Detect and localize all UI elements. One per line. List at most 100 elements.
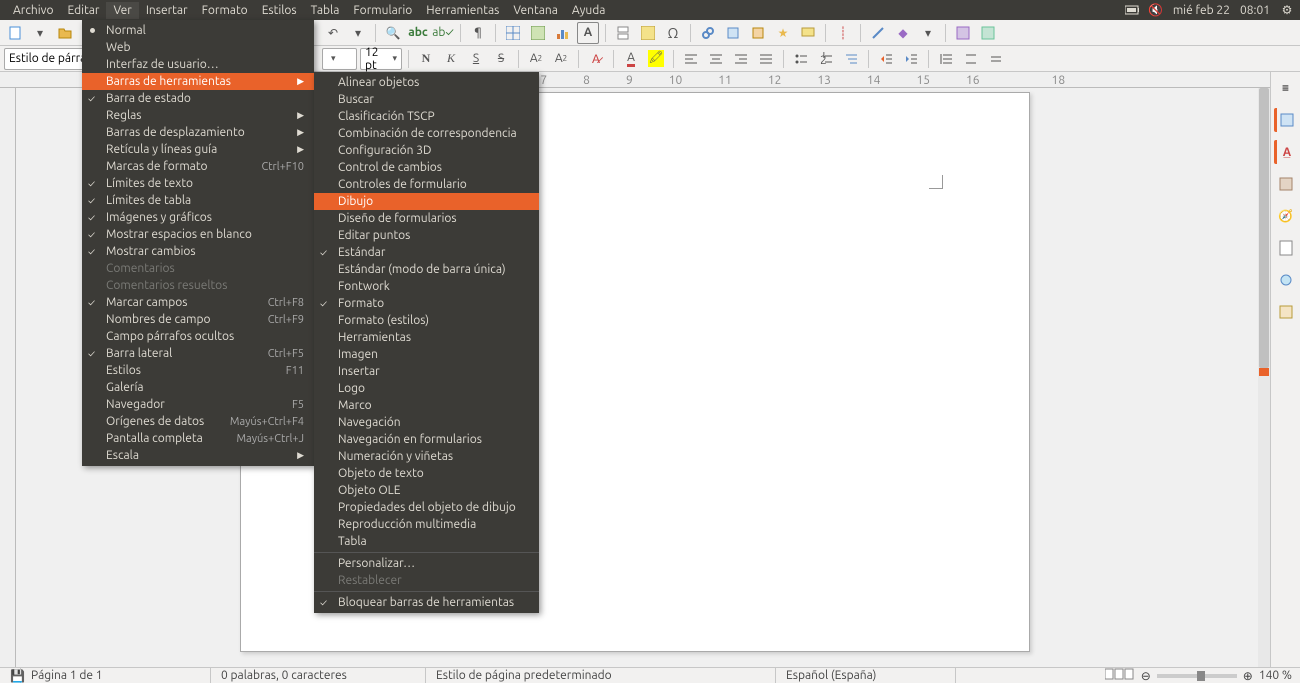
menu-item-imagen[interactable]: Imagen [314,346,539,363]
dropdown-arrow[interactable]: ▾ [347,22,369,44]
subscript-icon[interactable]: A2 [550,48,572,70]
menu-item-logo[interactable]: Logo [314,380,539,397]
menu-item-objeto-de-texto[interactable]: Objeto de texto [314,465,539,482]
menu-item-l-mites-de-tabla[interactable]: ✓Límites de tabla [82,192,314,209]
menu-ayuda[interactable]: Ayuda [565,2,613,19]
bullet-list-icon[interactable] [790,48,812,70]
increase-space-icon[interactable] [960,48,982,70]
track-changes-icon[interactable]: ┊ [832,22,854,44]
align-center-icon[interactable] [705,48,727,70]
zoom-value[interactable]: 140 % [1259,669,1292,682]
sidebar-menu-icon[interactable]: ≡ [1274,76,1298,100]
menu-item-editar-puntos[interactable]: Editar puntos [314,227,539,244]
menu-item-im-genes-y-gr-ficos[interactable]: ✓Imágenes y gráficos [82,209,314,226]
decrease-space-icon[interactable] [985,48,1007,70]
menu-item-numeraci-n-y-vi-etas[interactable]: Numeración y viñetas [314,448,539,465]
menu-item-marcas-de-formato[interactable]: Marcas de formatoCtrl+F10 [82,158,314,175]
line-icon[interactable] [867,22,889,44]
menu-item-reproducci-n-multimedia[interactable]: Reproducción multimedia [314,516,539,533]
chart-icon[interactable] [552,22,574,44]
menu-ventana[interactable]: Ventana [506,2,565,19]
menu-item-marco[interactable]: Marco [314,397,539,414]
style-inspector-icon[interactable] [1274,268,1298,292]
word-count-status[interactable]: 0 palabras, 0 caracteres [211,668,426,683]
comment-icon[interactable] [797,22,819,44]
menu-item-ret-cula-y-l-neas-gu-a[interactable]: Retícula y líneas guía▶ [82,141,314,158]
menu-item-galer-a[interactable]: Galería [82,379,314,396]
navigator-panel-icon[interactable]: 🧭 [1274,204,1298,228]
increase-indent-icon[interactable] [875,48,897,70]
page-break-icon[interactable] [612,22,634,44]
special-char-icon[interactable]: Ω [662,22,684,44]
menu-item-herramientas[interactable]: Herramientas [314,329,539,346]
properties-panel-icon[interactable] [1274,108,1298,132]
draw-functions-icon[interactable] [952,22,974,44]
undo-icon[interactable]: ↶ [322,22,344,44]
page-panel-icon[interactable] [1274,236,1298,260]
menu-item-mostrar-espacios-en-blanco[interactable]: ✓Mostrar espacios en blanco [82,226,314,243]
menu-item-reglas[interactable]: Reglas▶ [82,107,314,124]
view-layout-icon[interactable] [1105,668,1135,683]
zoom-in-icon[interactable]: ⊕ [1243,669,1253,683]
menu-item-controles-de-formulario[interactable]: Controles de formulario [314,176,539,193]
menu-item-fontwork[interactable]: Fontwork [314,278,539,295]
dropdown-arrow[interactable]: ▾ [917,22,939,44]
scrollbar-thumb[interactable] [1259,88,1269,368]
menu-item-combinaci-n-de-correspondencia[interactable]: Combinación de correspondencia [314,125,539,142]
superscript-icon[interactable]: A2 [525,48,547,70]
textbox-icon[interactable]: A [577,22,599,44]
menu-item-buscar[interactable]: Buscar [314,91,539,108]
align-justify-icon[interactable] [755,48,777,70]
find-icon[interactable]: 🔍 [382,22,404,44]
menu-item-or-genes-de-datos[interactable]: Orígenes de datosMayús+Ctrl+F4 [82,413,314,430]
zoom-out-icon[interactable]: ⊖ [1141,669,1151,683]
menu-insertar[interactable]: Insertar [139,2,195,19]
page-number-status[interactable]: Página 1 de 1 [21,668,211,683]
font-size-combo[interactable]: 12 pt▾ [360,48,402,70]
number-list-icon[interactable]: 12 [815,48,837,70]
formatting-marks-icon[interactable]: ¶ [467,22,489,44]
menu-item-mostrar-cambios[interactable]: ✓Mostrar cambios [82,243,314,260]
align-right-icon[interactable] [730,48,752,70]
footnote-icon[interactable] [722,22,744,44]
field-icon[interactable] [637,22,659,44]
menu-item-barra-de-estado[interactable]: ✓Barra de estado [82,90,314,107]
menu-item-formato-estilos-[interactable]: Formato (estilos) [314,312,539,329]
menu-item-control-de-cambios[interactable]: Control de cambios [314,159,539,176]
cross-ref-icon[interactable]: ★ [772,22,794,44]
menu-item-barra-lateral[interactable]: ✓Barra lateralCtrl+F5 [82,345,314,362]
zoom-slider[interactable] [1157,674,1237,678]
font-name-combo[interactable]: ▾ [322,48,357,70]
menu-item-bloquear-barras-de-herramientas[interactable]: ✓Bloquear barras de herramientas [314,594,539,611]
menu-item-est-ndar-modo-de-barra-nica-[interactable]: Estándar (modo de barra única) [314,261,539,278]
language-status[interactable]: Español (España) [776,668,956,683]
save-status-icon[interactable]: 💾 [0,668,21,683]
hyperlink-icon[interactable] [697,22,719,44]
menu-item-objeto-ole[interactable]: Objeto OLE [314,482,539,499]
menu-archivo[interactable]: Archivo [6,2,61,19]
menu-item-navegaci-n[interactable]: Navegación [314,414,539,431]
dropdown-arrow[interactable]: ▾ [29,22,51,44]
vertical-scrollbar[interactable] [1258,88,1270,667]
menu-estilos[interactable]: Estilos [255,2,304,19]
menu-editar[interactable]: Editar [61,2,107,19]
form-design-icon[interactable] [977,22,999,44]
menu-item-dise-o-de-formularios[interactable]: Diseño de formularios [314,210,539,227]
menu-formulario[interactable]: Formulario [346,2,419,19]
bookmark-icon[interactable] [747,22,769,44]
menu-item-tabla[interactable]: Tabla [314,533,539,550]
highlight-icon[interactable]: 🖍 [645,48,667,70]
menu-item-escala[interactable]: Escala▶ [82,447,314,464]
manage-changes-icon[interactable] [1274,300,1298,324]
spellcheck-toggle-icon[interactable]: ab✓ [432,22,454,44]
clear-formatting-icon[interactable]: A̷ [585,48,607,70]
decrease-indent-icon[interactable] [900,48,922,70]
menu-item-barras-de-desplazamiento[interactable]: Barras de desplazamiento▶ [82,124,314,141]
menu-item-configuraci-n-3d[interactable]: Configuración 3D [314,142,539,159]
outline-list-icon[interactable] [840,48,862,70]
align-left-icon[interactable] [680,48,702,70]
gallery-panel-icon[interactable] [1274,172,1298,196]
menu-tabla[interactable]: Tabla [304,2,347,19]
styles-panel-icon[interactable]: A̲ [1274,140,1298,164]
menu-item-l-mites-de-texto[interactable]: ✓Límites de texto [82,175,314,192]
